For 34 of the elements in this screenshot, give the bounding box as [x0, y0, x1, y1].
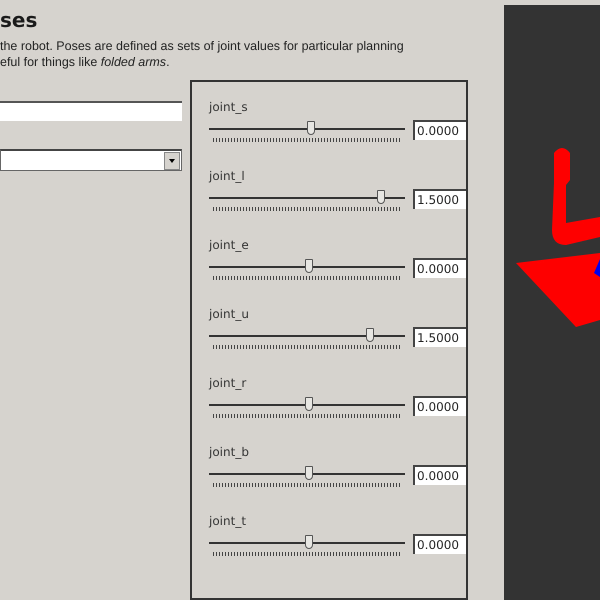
- joint-slider[interactable]: [209, 258, 405, 282]
- joint-label: joint_l: [209, 169, 246, 185]
- slider-thumb[interactable]: [304, 259, 313, 273]
- joint-label: joint_s: [209, 100, 249, 116]
- slider-thumb[interactable]: [304, 397, 313, 411]
- joint-slider[interactable]: [209, 465, 405, 489]
- joint-value-field[interactable]: 0.0000: [413, 120, 466, 140]
- joint-value-field[interactable]: 1.5000: [413, 327, 466, 347]
- slider-thumb[interactable]: [304, 466, 313, 480]
- joint-slider[interactable]: [209, 189, 405, 213]
- slider-thumb[interactable]: [366, 328, 374, 342]
- name-field[interactable]: [0, 101, 182, 121]
- description-text: eful for things like folded arms.: [0, 54, 171, 70]
- joint-label: joint_t: [209, 514, 248, 530]
- joint-value-field[interactable]: 0.0000: [413, 396, 466, 416]
- joint-label: joint_b: [209, 445, 250, 461]
- joint-value-field[interactable]: 1.5000: [413, 189, 466, 209]
- caret-icon: [164, 152, 180, 170]
- slider-thumb[interactable]: [304, 535, 313, 549]
- description-text: the robot. Poses are defined as sets of joint values for particular planning: [0, 38, 405, 54]
- joint-value-field[interactable]: 0.0000: [413, 534, 466, 554]
- slider-thumb[interactable]: [306, 121, 315, 135]
- page-title: ses: [0, 7, 38, 34]
- joint-slider[interactable]: [209, 534, 405, 558]
- joint-label: joint_r: [209, 376, 248, 392]
- joint-slider[interactable]: [209, 396, 405, 420]
- joint-slider[interactable]: [209, 120, 405, 144]
- joint-value-field[interactable]: 0.0000: [413, 258, 466, 278]
- slider-thumb[interactable]: [377, 190, 386, 204]
- joint-slider[interactable]: [209, 327, 405, 351]
- joint-label: joint_e: [209, 238, 250, 254]
- group-dropdown[interactable]: [0, 149, 182, 171]
- joint-value-field[interactable]: 0.0000: [413, 465, 466, 485]
- joint-label: joint_u: [209, 307, 250, 323]
